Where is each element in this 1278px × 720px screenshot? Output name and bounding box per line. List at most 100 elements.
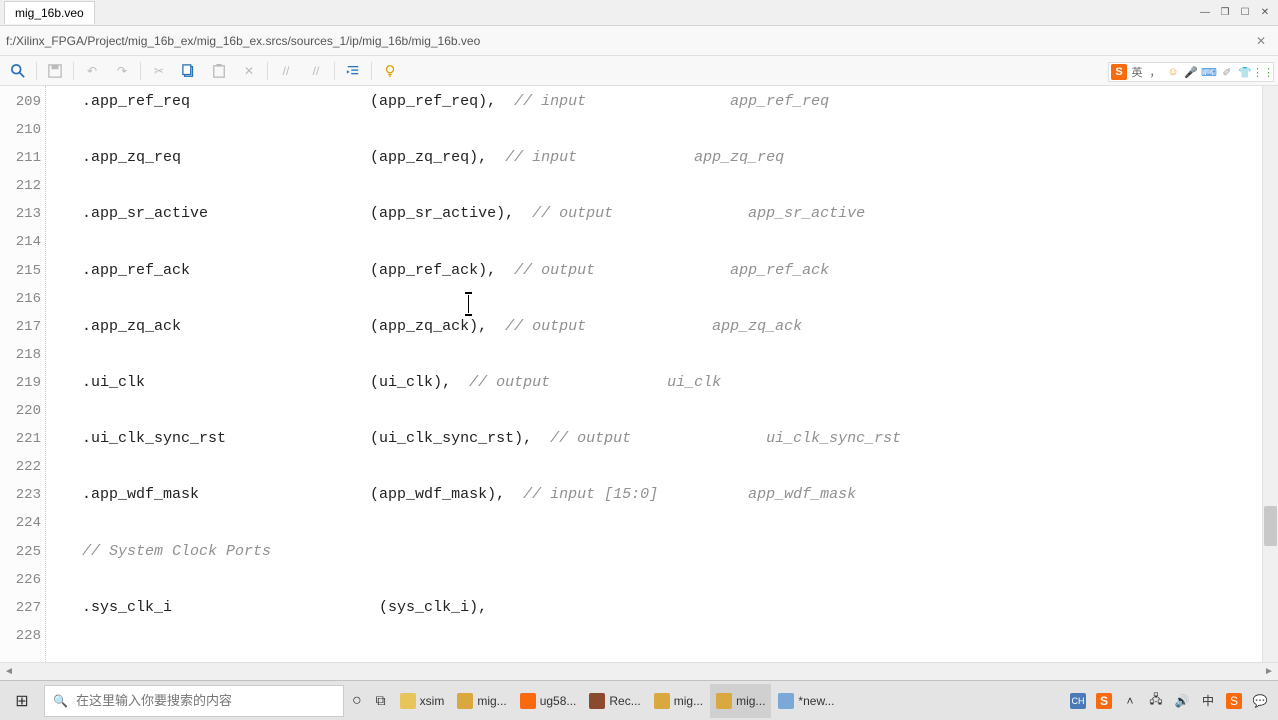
ime-comma: ， xyxy=(1147,64,1163,80)
close-button[interactable]: ✕ xyxy=(1256,5,1274,21)
code-line[interactable] xyxy=(46,341,1262,369)
ime-toolbar[interactable]: S 英 ， ☺ 🎤 ⌨ ✐ 👕 ⋮⋮ xyxy=(1108,62,1274,82)
tray-network-icon[interactable]: 🖧 xyxy=(1148,693,1164,709)
taskbar-item-label: *new... xyxy=(798,694,834,708)
code-line[interactable]: .app_zq_ack (app_zq_ack), // output app_… xyxy=(46,313,1262,341)
line-number: 224 xyxy=(0,509,45,537)
line-number: 222 xyxy=(0,453,45,481)
scrollbar-thumb[interactable] xyxy=(1264,506,1277,546)
code-line[interactable] xyxy=(46,453,1262,481)
delete-icon[interactable]: ✕ xyxy=(235,59,263,83)
system-tray[interactable]: CH S ˄ 🖧 🔊 中 S 💬 xyxy=(1062,693,1276,709)
lightbulb-icon[interactable] xyxy=(376,59,404,83)
task-view-icon[interactable]: ⧉ xyxy=(370,684,392,718)
line-number: 211 xyxy=(0,144,45,172)
file-path: f:/Xilinx_FPGA/Project/mig_16b_ex/mig_16… xyxy=(6,34,480,48)
tray-volume-icon[interactable]: 🔊 xyxy=(1174,693,1190,709)
taskbar-item-label: mig... xyxy=(477,694,506,708)
code-line[interactable] xyxy=(46,509,1262,537)
code-line[interactable] xyxy=(46,228,1262,256)
taskbar-item-label: mig... xyxy=(674,694,703,708)
tray-notifications-icon[interactable]: 💬 xyxy=(1252,693,1268,709)
code-line[interactable]: // System Clock Ports xyxy=(46,538,1262,566)
line-number: 228 xyxy=(0,622,45,650)
redo-icon[interactable]: ↷ xyxy=(108,59,136,83)
tray-lang-badge[interactable]: CH xyxy=(1070,693,1086,709)
line-number: 227 xyxy=(0,594,45,622)
paste-icon[interactable] xyxy=(205,59,233,83)
line-number: 223 xyxy=(0,481,45,509)
app-icon xyxy=(457,693,473,709)
editor-area: 2092102112122132142152162172182192202212… xyxy=(0,86,1278,662)
code-line[interactable] xyxy=(46,622,1262,650)
taskbar-item[interactable]: *new... xyxy=(772,684,840,718)
search-icon: 🔍 xyxy=(53,694,68,708)
code-line[interactable]: .app_zq_req (app_zq_req), // input app_z… xyxy=(46,144,1262,172)
ime-face-icon[interactable]: ☺ xyxy=(1165,64,1181,80)
scroll-right-icon[interactable]: ► xyxy=(1260,666,1278,677)
taskbar-search[interactable]: 🔍 xyxy=(44,685,344,717)
code-line[interactable] xyxy=(46,172,1262,200)
code-line[interactable]: .sys_clk_i (sys_clk_i), xyxy=(46,594,1262,622)
taskbar-item[interactable]: mig... xyxy=(710,684,771,718)
line-gutter: 2092102112122132142152162172182192202212… xyxy=(0,86,46,662)
taskbar-item[interactable]: xsim xyxy=(394,684,451,718)
ime-menu-icon[interactable]: ⋮⋮ xyxy=(1255,64,1271,80)
indent-icon[interactable] xyxy=(339,59,367,83)
scroll-left-icon[interactable]: ◄ xyxy=(0,666,18,677)
code-line[interactable]: .app_ref_ack (app_ref_ack), // output ap… xyxy=(46,257,1262,285)
path-close-icon[interactable]: ✕ xyxy=(1250,34,1272,48)
undo-icon[interactable]: ↶ xyxy=(78,59,106,83)
code-line[interactable]: .ui_clk_sync_rst (ui_clk_sync_rst), // o… xyxy=(46,425,1262,453)
ime-a-icon[interactable]: ✐ xyxy=(1219,64,1235,80)
sogou-icon[interactable]: S xyxy=(1111,64,1127,80)
taskbar-item[interactable]: ug58... xyxy=(514,684,583,718)
restore-button[interactable]: ❐ xyxy=(1216,5,1234,21)
titlebar: mig_16b.veo — ❐ ☐ ✕ xyxy=(0,0,1278,26)
task-cortana-icon[interactable]: ○ xyxy=(346,684,368,718)
ime-mic-icon[interactable]: 🎤 xyxy=(1183,64,1199,80)
line-number: 215 xyxy=(0,257,45,285)
code-line[interactable] xyxy=(46,285,1262,313)
cut-icon[interactable]: ✂ xyxy=(145,59,173,83)
tray-sogou2-icon[interactable]: S xyxy=(1226,693,1242,709)
tray-sogou-icon[interactable]: S xyxy=(1096,693,1112,709)
taskbar-item[interactable]: Rec... xyxy=(583,684,646,718)
code-line[interactable]: .app_wdf_mask (app_wdf_mask), // input [… xyxy=(46,481,1262,509)
tray-chevron-up-icon[interactable]: ˄ xyxy=(1122,693,1138,709)
code-line[interactable] xyxy=(46,116,1262,144)
line-number: 213 xyxy=(0,200,45,228)
code-line[interactable] xyxy=(46,566,1262,594)
line-number: 210 xyxy=(0,116,45,144)
app-icon xyxy=(654,693,670,709)
ime-lang-label[interactable]: 英 xyxy=(1129,64,1145,80)
search-icon[interactable] xyxy=(4,59,32,83)
horizontal-scrollbar[interactable]: ◄ ► xyxy=(0,662,1278,680)
line-number: 219 xyxy=(0,369,45,397)
search-input[interactable] xyxy=(76,693,335,708)
ime-skin-icon[interactable]: 👕 xyxy=(1237,64,1253,80)
code-line[interactable]: .app_ref_req (app_ref_req), // input app… xyxy=(46,88,1262,116)
minimize-button[interactable]: — xyxy=(1196,5,1214,21)
copy-icon[interactable] xyxy=(175,59,203,83)
code-line[interactable]: .ui_clk (ui_clk), // output ui_clk xyxy=(46,369,1262,397)
file-tab[interactable]: mig_16b.veo xyxy=(4,1,95,24)
taskbar-item[interactable]: mig... xyxy=(648,684,709,718)
start-button[interactable]: ⊞ xyxy=(2,684,42,718)
maximize-button[interactable]: ☐ xyxy=(1236,5,1254,21)
line-number: 217 xyxy=(0,313,45,341)
line-number: 209 xyxy=(0,88,45,116)
code-line[interactable]: .app_sr_active (app_sr_active), // outpu… xyxy=(46,200,1262,228)
uncomment-icon[interactable]: // xyxy=(302,59,330,83)
comment-icon[interactable]: // xyxy=(272,59,300,83)
code-content[interactable]: .app_ref_req (app_ref_req), // input app… xyxy=(46,86,1262,662)
taskbar: ⊞ 🔍 ○ ⧉ xsim mig... ug58... Rec... mig... mig… xyxy=(0,680,1278,720)
code-line[interactable] xyxy=(46,397,1262,425)
taskbar-item-label: ug58... xyxy=(540,694,577,708)
ime-keyboard-icon[interactable]: ⌨ xyxy=(1201,64,1217,80)
taskbar-item[interactable]: mig... xyxy=(451,684,512,718)
tray-lang-icon[interactable]: 中 xyxy=(1200,693,1216,709)
taskbar-item-label: xsim xyxy=(420,694,445,708)
save-icon[interactable] xyxy=(41,59,69,83)
vertical-scrollbar[interactable] xyxy=(1262,86,1278,662)
